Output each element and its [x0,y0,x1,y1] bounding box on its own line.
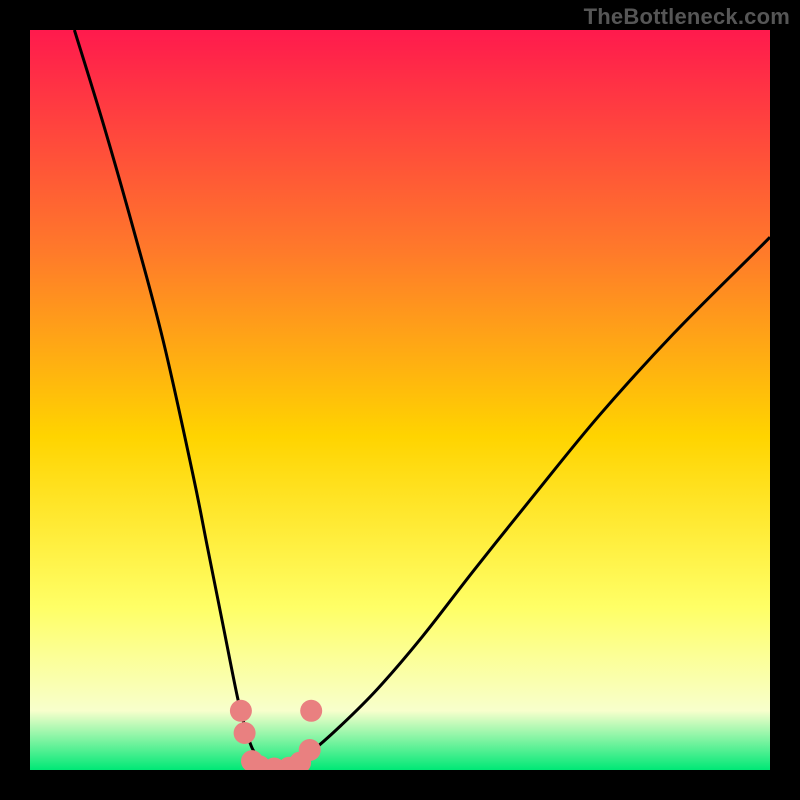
plot-area [30,30,770,770]
marker-dot [230,700,252,722]
marker-dot [300,700,322,722]
chart-frame: TheBottleneck.com [0,0,800,800]
gradient-background [30,30,770,770]
bottleneck-curve-chart [30,30,770,770]
watermark-text: TheBottleneck.com [584,4,790,30]
marker-dot [234,722,256,744]
marker-dot [299,739,321,761]
